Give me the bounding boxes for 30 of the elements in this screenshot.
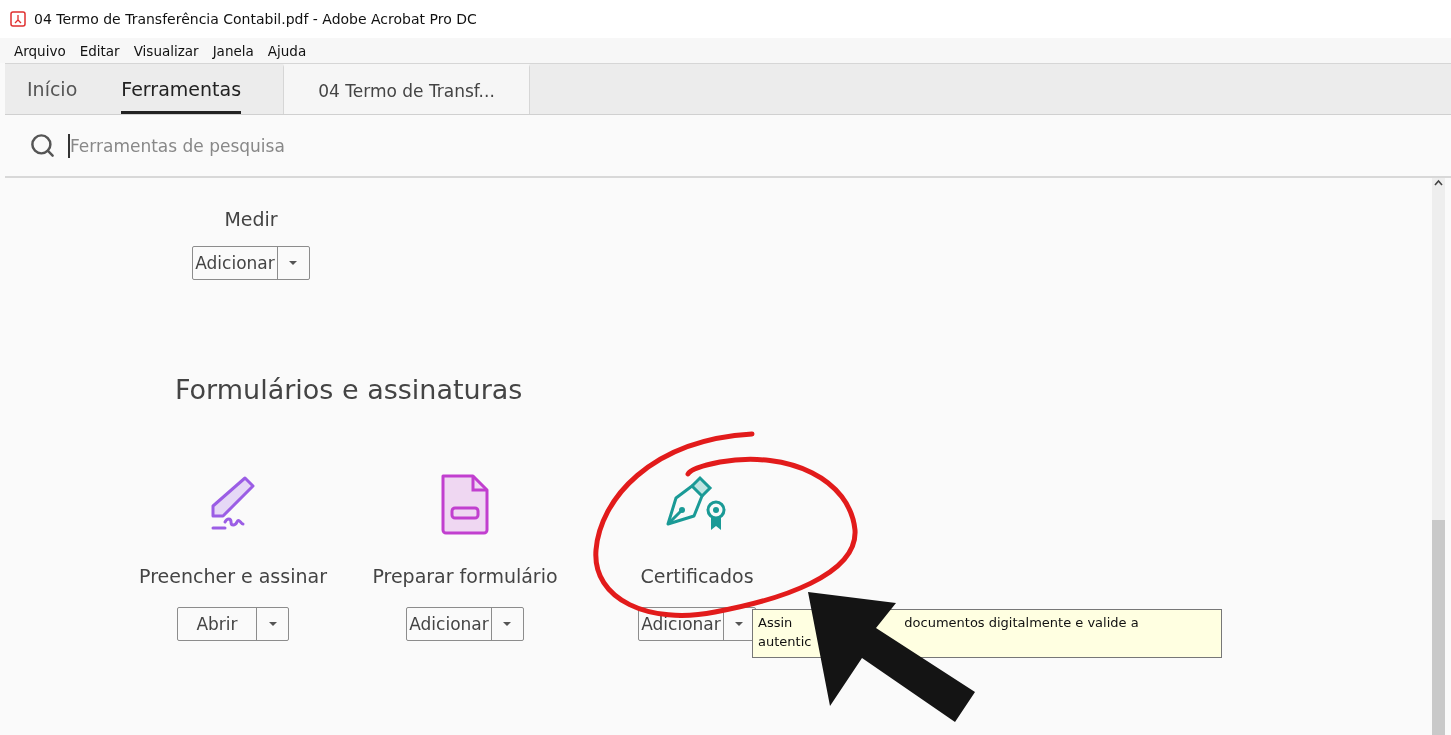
menu-item[interactable]: Visualizar: [133, 42, 199, 59]
tab[interactable]: Início: [27, 64, 78, 114]
tool-label: Medir: [224, 208, 278, 230]
document-tab[interactable]: 04 Termo de Transf...: [283, 64, 531, 114]
dropdown-arrow-icon: [267, 621, 278, 627]
scroll-up-icon[interactable]: [1432, 178, 1445, 188]
menu-item[interactable]: Ajuda: [267, 42, 307, 59]
menu-item[interactable]: Janela: [212, 42, 254, 59]
scrollbar[interactable]: [1432, 178, 1445, 735]
dropdown-arrow-icon: [734, 621, 745, 627]
tooltip-text: documentos digitalmente e valide a: [904, 614, 1139, 632]
window-title: 04 Termo de Transferência Contabil.pdf - Adobe Acrobat Pro DC: [34, 11, 477, 27]
tool-button[interactable]: Adicionar: [639, 608, 723, 640]
dropdown-arrow-icon: [502, 621, 513, 627]
search-icon: [29, 132, 56, 159]
tooltip-text: autentic: [758, 633, 812, 651]
section-heading: Formulários e assinaturas: [175, 374, 524, 405]
menu-item[interactable]: Editar: [79, 42, 120, 59]
scrollbar-thumb[interactable]: [1432, 520, 1445, 735]
tool-button[interactable]: Adicionar: [407, 608, 491, 640]
search-field[interactable]: Ferramentas de pesquisa: [70, 135, 550, 156]
tool-label: Certificados: [640, 565, 754, 587]
dropdown-arrow-icon: [288, 260, 299, 266]
add-button[interactable]: Adicionar: [193, 247, 277, 279]
tool-label: Preencher e assinar: [139, 565, 327, 587]
tool-button[interactable]: Abrir: [178, 608, 256, 640]
tooltip-text: Assin: [758, 614, 793, 632]
pdf-file-icon: [10, 11, 26, 27]
tool-label: Preparar formulário: [372, 565, 558, 587]
menu-item[interactable]: Arquivo: [14, 42, 66, 59]
